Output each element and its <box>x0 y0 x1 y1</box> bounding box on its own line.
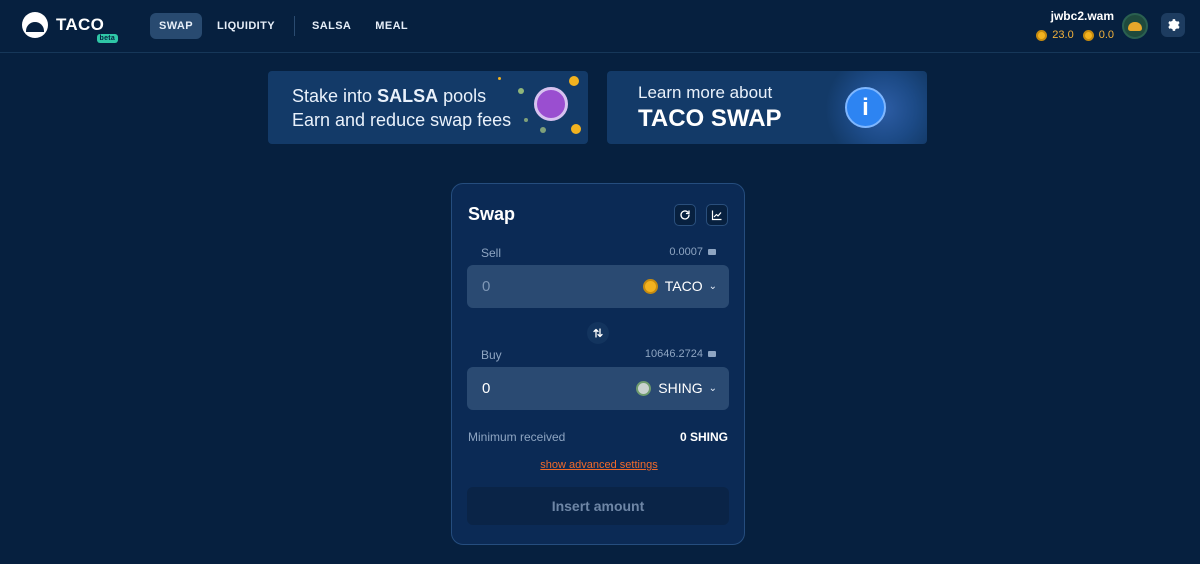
account-info: jwbc2.wam 23.0 0.0 <box>1027 9 1114 41</box>
sell-amount-input[interactable]: 0 <box>482 278 490 295</box>
wallet-icon <box>708 351 716 357</box>
nav-swap[interactable]: SWAP <box>150 13 202 39</box>
sell-token-symbol: TACO <box>664 278 703 294</box>
nav-salsa[interactable]: SALSA <box>303 13 360 39</box>
taco-token-icon <box>642 278 658 294</box>
decor-dot <box>518 88 524 94</box>
salsa-coin-icon <box>1082 29 1094 41</box>
decor-coin <box>571 124 581 134</box>
minimum-received-value: 0 SHING <box>679 430 728 444</box>
nav-meal[interactable]: MEAL <box>366 13 417 39</box>
chevron-down-icon: ⌄ <box>708 382 717 394</box>
shing-token-icon <box>636 380 652 396</box>
sell-token-select[interactable]: TACO ⌄ <box>642 278 717 294</box>
beta-badge: beta <box>96 34 119 43</box>
decor-dot <box>524 118 528 122</box>
switch-direction-button[interactable] <box>587 322 609 344</box>
minimum-received-label: Minimum received <box>468 430 566 444</box>
sell-label: Sell <box>481 246 502 260</box>
decor-dot <box>540 127 546 133</box>
salsa-banner-line2: Earn and reduce swap fees <box>292 110 512 130</box>
top-navbar: TACO beta SWAP LIQUIDITY SALSA MEAL jwbc… <box>0 0 1200 53</box>
decor-dot <box>498 77 501 80</box>
buy-amount-input[interactable]: 0 <box>482 380 490 397</box>
sell-amount-field[interactable]: 0 TACO ⌄ <box>467 265 729 308</box>
account-balances: 23.0 0.0 <box>1027 29 1114 41</box>
buy-balance-value: 10646.2724 <box>644 348 703 360</box>
wallet-icon <box>708 249 716 255</box>
nav-liquidity[interactable]: LIQUIDITY <box>208 13 284 39</box>
chart-button[interactable] <box>706 204 728 226</box>
salsa-balance: 0.0 <box>1082 29 1114 41</box>
swap-title: Swap <box>468 204 516 224</box>
salsa-banner[interactable]: Stake into SALSA pools Earn and reduce s… <box>268 71 588 144</box>
taco-logo[interactable]: TACO beta <box>22 12 119 43</box>
sell-balance-value: 0.0007 <box>669 246 703 258</box>
taco-coin-icon <box>1036 29 1048 41</box>
info-icon: i <box>845 87 886 128</box>
info-banner-line2: TACO SWAP <box>638 105 782 132</box>
refresh-button[interactable] <box>674 204 696 226</box>
refresh-icon <box>680 210 690 220</box>
settings-button[interactable] <box>1161 13 1185 37</box>
account-name[interactable]: jwbc2.wam <box>1027 9 1114 23</box>
buy-token-select[interactable]: SHING ⌄ <box>636 380 717 396</box>
salsa-balance-value: 0.0 <box>1098 29 1114 41</box>
nav-divider <box>294 16 295 36</box>
buy-balance: 10646.2724 <box>645 348 716 360</box>
info-banner-line1: Learn more about <box>638 83 773 102</box>
info-banner[interactable]: Learn more about TACO SWAP i <box>607 71 927 144</box>
taco-balance-value: 23.0 <box>1052 29 1074 41</box>
buy-amount-field[interactable]: 0 SHING ⌄ <box>467 367 729 410</box>
salsa-banner-line1: Stake into SALSA pools <box>292 86 487 106</box>
chevron-down-icon: ⌄ <box>708 280 717 292</box>
swap-card: Swap Sell 0.0007 0 TACO ⌄ Buy 10646.2724 <box>451 183 745 545</box>
swap-arrows-icon <box>593 328 603 338</box>
avatar[interactable] <box>1122 13 1148 39</box>
sell-balance: 0.0007 <box>669 246 716 258</box>
decor-coin <box>569 76 579 86</box>
insert-amount-button[interactable]: Insert amount <box>467 487 729 525</box>
taco-logo-icon <box>22 12 48 38</box>
taco-balance: 23.0 <box>1036 29 1074 41</box>
salsa-bottle-icon <box>534 87 568 121</box>
logo-text: TACO beta <box>56 15 119 43</box>
chart-icon <box>711 210 722 221</box>
taco-avatar-icon <box>1128 21 1142 31</box>
buy-label: Buy <box>481 348 502 362</box>
advanced-settings-link[interactable]: show advanced settings <box>452 459 746 471</box>
buy-token-symbol: SHING <box>658 380 703 396</box>
gear-icon <box>1168 19 1180 31</box>
main-nav: SWAP LIQUIDITY SALSA MEAL <box>150 13 423 39</box>
